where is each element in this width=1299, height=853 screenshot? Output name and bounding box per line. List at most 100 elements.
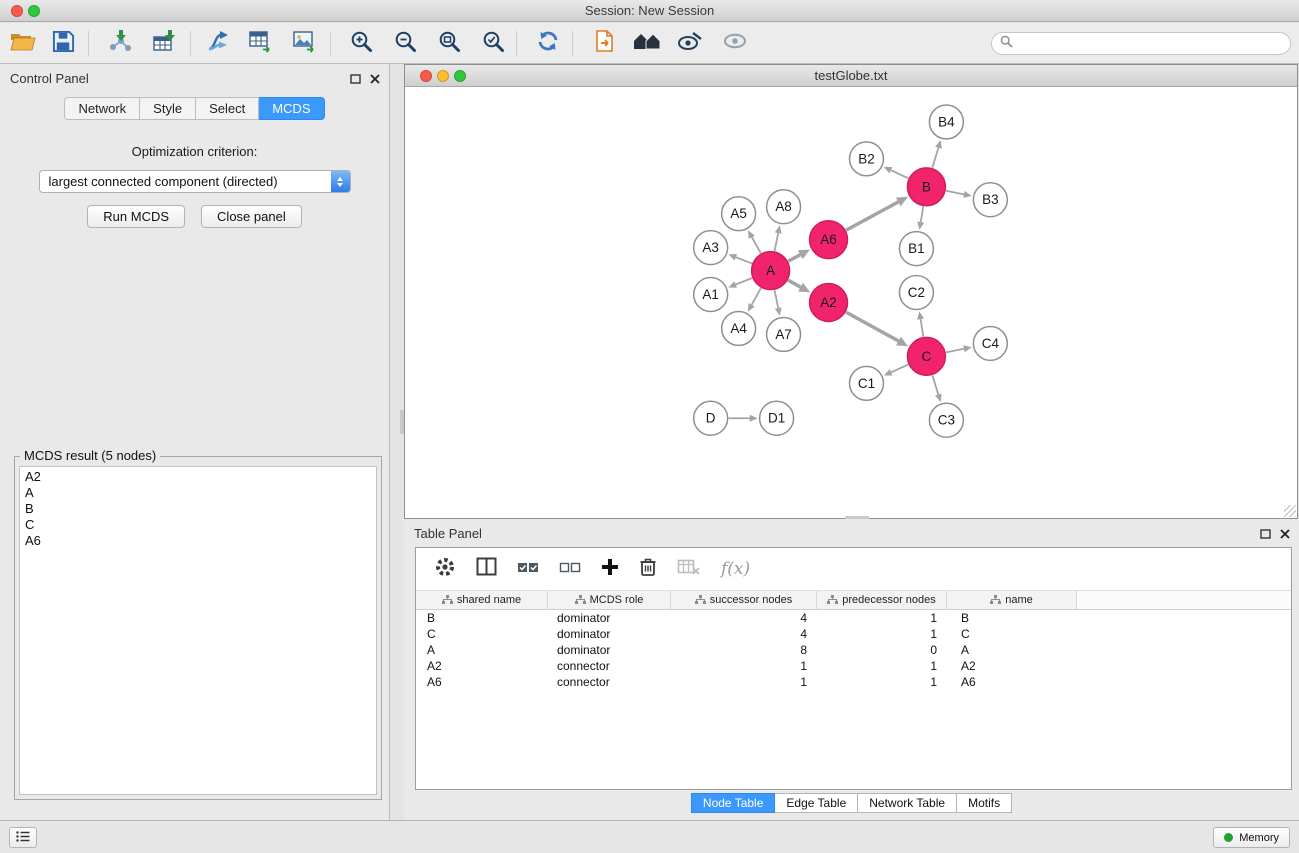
zoom-out-button[interactable]	[388, 28, 422, 59]
column-header[interactable]: MCDS role	[548, 591, 671, 609]
close-panel-icon[interactable]	[368, 72, 381, 85]
graph-edge[interactable]	[921, 319, 924, 337]
tab-edge-table[interactable]: Edge Table	[775, 793, 858, 813]
show-hide-view-button[interactable]	[718, 28, 752, 59]
mcds-result-list[interactable]: A2ABCA6	[19, 466, 377, 795]
titlebar[interactable]: Session: New Session	[0, 0, 1299, 22]
close-panel-button[interactable]: Close panel	[201, 205, 302, 228]
zoom-fit-button[interactable]	[432, 28, 466, 59]
delete-column-button[interactable]	[639, 557, 657, 582]
open-session-button[interactable]	[6, 28, 40, 59]
graph-node-B4[interactable]: B4	[929, 105, 963, 139]
graph-edge[interactable]	[736, 257, 752, 263]
graph-edge[interactable]	[891, 365, 908, 373]
graph-node-B1[interactable]: B1	[899, 232, 933, 266]
graph-node-C[interactable]: C	[907, 337, 945, 375]
graph-node-A[interactable]: A	[752, 252, 790, 290]
zoom-selected-button[interactable]	[476, 28, 510, 59]
table-row[interactable]: Bdominator41B	[416, 610, 1291, 626]
memory-button[interactable]: Memory	[1213, 827, 1290, 848]
graphics-details-button[interactable]	[630, 28, 664, 59]
network-minimize-button[interactable]	[437, 70, 449, 82]
tab-node-table[interactable]: Node Table	[691, 793, 776, 813]
task-history-button[interactable]	[9, 827, 37, 848]
result-item[interactable]: A6	[20, 533, 376, 549]
graph-node-A2[interactable]: A2	[810, 284, 848, 322]
result-item[interactable]: A2	[20, 469, 376, 485]
add-column-button[interactable]	[601, 558, 619, 581]
select-all-button[interactable]	[517, 560, 539, 579]
graph-node-B[interactable]: B	[907, 168, 945, 206]
column-header[interactable]: shared name	[416, 591, 548, 609]
import-network-button[interactable]	[103, 28, 137, 59]
graph-edge[interactable]	[775, 290, 779, 308]
graph-edge[interactable]	[932, 148, 938, 168]
table-row[interactable]: A2connector11A2	[416, 658, 1291, 674]
graph-node-A5[interactable]: A5	[722, 197, 756, 231]
network-window-titlebar[interactable]: testGlobe.txt	[405, 65, 1297, 87]
graph-node-B2[interactable]: B2	[850, 142, 884, 176]
tab-mcds[interactable]: MCDS	[259, 97, 324, 120]
import-table-button[interactable]	[148, 28, 182, 59]
table-row[interactable]: Cdominator41C	[416, 626, 1291, 642]
column-header[interactable]: predecessor nodes	[817, 591, 947, 609]
graph-node-C1[interactable]: C1	[850, 366, 884, 400]
graph-node-D[interactable]: D	[694, 401, 728, 435]
save-session-button[interactable]	[46, 28, 80, 59]
float-panel-icon[interactable]	[349, 72, 362, 85]
graph-edge[interactable]	[891, 170, 908, 178]
table-row[interactable]: A6connector11A6	[416, 674, 1291, 690]
highlight-view-button[interactable]	[673, 28, 707, 59]
graph-node-D1[interactable]: D1	[760, 401, 794, 435]
toggle-columns-button[interactable]	[476, 557, 497, 581]
zoom-in-button[interactable]	[344, 28, 378, 59]
close-table-panel-icon[interactable]	[1278, 527, 1291, 540]
delete-table-button[interactable]	[677, 558, 701, 581]
graph-node-C4[interactable]: C4	[973, 326, 1007, 360]
search-box[interactable]	[991, 32, 1291, 55]
network-canvas[interactable]: B4B2BB3A5A8A6B1A3AC2A1A2A4A7C4CC1C3DD1	[405, 88, 1297, 518]
network-zoom-button[interactable]	[454, 70, 466, 82]
export-table-button[interactable]	[244, 28, 278, 59]
graph-edge[interactable]	[788, 255, 800, 261]
open-document-button[interactable]	[588, 28, 622, 59]
result-item[interactable]: C	[20, 517, 376, 533]
graph-node-A7[interactable]: A7	[767, 317, 801, 351]
graph-edge[interactable]	[846, 202, 898, 230]
graph-edge[interactable]	[921, 206, 924, 222]
graph-edge[interactable]	[752, 288, 761, 305]
scrollbar-stub-vertical[interactable]	[400, 410, 404, 434]
function-builder-button[interactable]: f(x)	[721, 559, 750, 579]
tab-network[interactable]: Network	[64, 97, 140, 120]
graph-node-A1[interactable]: A1	[694, 278, 728, 312]
resize-grip[interactable]	[1284, 505, 1296, 517]
tab-select[interactable]: Select	[196, 97, 259, 120]
table-settings-button[interactable]	[434, 556, 456, 583]
graph-edge[interactable]	[736, 278, 752, 285]
graph-node-C2[interactable]: C2	[899, 276, 933, 310]
graph-edge[interactable]	[932, 375, 938, 394]
tab-network-table[interactable]: Network Table	[858, 793, 957, 813]
criterion-dropdown[interactable]: largest connected component (directed)	[39, 170, 351, 193]
tab-motifs[interactable]: Motifs	[957, 793, 1012, 813]
tab-style[interactable]: Style	[140, 97, 196, 120]
graph-node-A3[interactable]: A3	[694, 231, 728, 265]
search-input[interactable]	[1018, 37, 1282, 51]
graph-edge[interactable]	[788, 280, 800, 287]
graph-edge[interactable]	[946, 349, 964, 353]
column-header[interactable]: successor nodes	[671, 591, 817, 609]
graph-edge[interactable]	[775, 233, 779, 251]
deselect-all-button[interactable]	[559, 560, 581, 579]
graph-node-A4[interactable]: A4	[722, 311, 756, 345]
run-mcds-button[interactable]: Run MCDS	[87, 205, 185, 228]
graph-edge[interactable]	[946, 191, 964, 195]
network-close-button[interactable]	[420, 70, 432, 82]
refresh-button[interactable]	[531, 28, 565, 59]
graph-node-A8[interactable]: A8	[767, 190, 801, 224]
export-image-button[interactable]	[288, 28, 322, 59]
float-table-panel-icon[interactable]	[1259, 527, 1272, 540]
graph-edge[interactable]	[752, 237, 761, 253]
table-row[interactable]: Adominator80A	[416, 642, 1291, 658]
network-graph[interactable]: B4B2BB3A5A8A6B1A3AC2A1A2A4A7C4CC1C3DD1	[405, 88, 1297, 518]
column-header[interactable]: name	[947, 591, 1077, 609]
